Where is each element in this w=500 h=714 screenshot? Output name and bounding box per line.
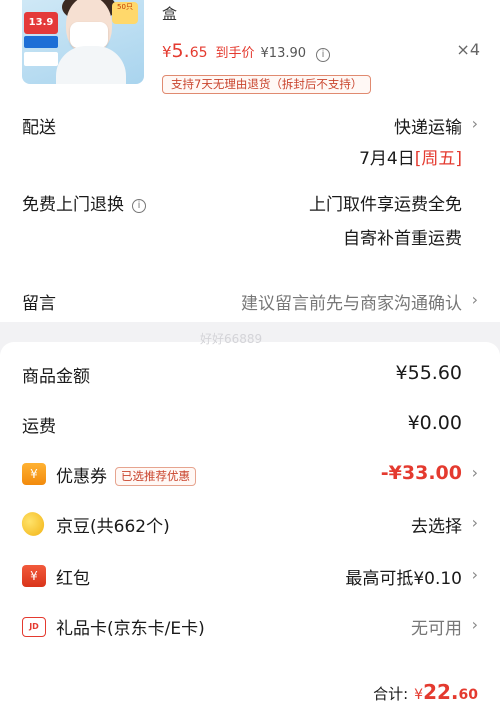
delivery-date-line: 7月4日[周五] [359,144,462,169]
return-policy-badge: 支持7天无理由退货（拆封后不支持） [162,75,372,94]
price-int: 5. [171,40,190,62]
gift-card-label: 礼品卡(京东卡/E卡) [56,619,205,639]
free-return-label: 免费上门退换 [22,195,124,215]
thumb-mask [70,22,108,48]
delivery-row[interactable]: 配送 快递运输 › 7月4日[周五] [0,113,500,173]
message-label: 留言 [22,294,56,314]
chevron-right-icon: › [471,615,478,634]
price-hand-label: 到手价 [215,46,255,61]
chevron-right-icon: › [471,565,478,584]
coupon-icon: ¥ [22,463,46,485]
goods-amount-row: 商品金额 ¥55.60 [0,362,500,388]
goods-amount-label: 商品金额 [22,367,90,387]
info-icon[interactable]: i [132,199,146,213]
message-row[interactable]: 留言 建议留言前先与商家沟通确认 › [0,289,500,315]
thumb-price-tag: 13.9 [24,12,58,34]
product-price-row: ¥5. 65 到手价 ¥13.90 i [162,40,331,62]
free-return-row: 免费上门退换 i 上门取件享运费全免 自寄补首重运费 [0,190,500,250]
red-packet-icon: ¥ [22,565,46,587]
price-currency: ¥ [162,43,172,61]
delivery-label: 配送 [22,118,56,138]
thumb-sticker: 50只 [112,2,138,24]
shipping-fee-row: 运费 ¥0.00 [0,412,500,438]
chevron-right-icon: › [471,114,478,133]
order-total: 合计: ¥22. 60 [373,680,478,704]
product-thumbnail[interactable]: 13.9 50只 [22,0,144,84]
shipping-fee-value: ¥0.00 [407,412,462,434]
watermark: 好好66889 [200,332,263,346]
red-packet-label: 红包 [56,569,90,589]
free-return-line2: 自寄补首重运费 [343,229,462,249]
chevron-right-icon: › [471,513,478,532]
total-label: 合计: [373,685,409,703]
delivery-method: 快递运输 [394,118,462,138]
jd-beans-label: 京豆(共662个) [56,517,170,537]
info-icon[interactable]: i [316,48,331,62]
gift-card-row[interactable]: JD 礼品卡(京东卡/E卡) 无可用 › [0,614,500,640]
thumb-tag [24,52,58,66]
message-placeholder[interactable]: 建议留言前先与商家沟通确认 [241,289,462,314]
jd-beans-value: 去选择 [411,517,462,537]
total-int: 22. [423,680,459,704]
free-return-label-wrap: 免费上门退换 i [22,190,146,215]
thumb-body [56,46,126,84]
total-currency: ¥ [414,687,424,703]
jd-beans-row[interactable]: 京豆(共662个) 去选择 › [0,508,500,540]
product-quantity: ×4 [456,40,480,59]
coupon-label: 优惠券 [56,467,107,487]
original-price: ¥13.90 [260,46,307,61]
product-title[interactable]: 盒 [162,3,177,24]
chevron-right-icon: › [471,290,478,309]
delivery-date: 7月4日 [359,149,415,169]
red-packet-row[interactable]: ¥ 红包 最高可抵¥0.10 › [0,564,500,590]
shipping-fee-label: 运费 [22,417,56,437]
red-packet-value: 最高可抵¥0.10 [345,569,462,589]
recommended-coupon-badge: 已选推荐优惠 [115,467,196,486]
free-return-line1: 上门取件享运费全免 [309,195,462,215]
chevron-right-icon: › [471,463,478,482]
thumb-tag [24,36,58,48]
jd-bean-icon [18,508,48,540]
gift-card-value: 无可用 [411,619,462,639]
coupon-value: -¥33.00 [380,462,462,484]
coupon-label-wrap: 优惠券 已选推荐优惠 [56,462,196,487]
total-dec: 60 [458,687,478,703]
gift-card-icon: JD [22,617,46,637]
coupon-row[interactable]: ¥ 优惠券 已选推荐优惠 -¥33.00 › [0,462,500,488]
price-dec: 65 [189,45,208,61]
goods-amount-value: ¥55.60 [395,362,462,384]
delivery-weekday: [周五] [414,149,462,169]
